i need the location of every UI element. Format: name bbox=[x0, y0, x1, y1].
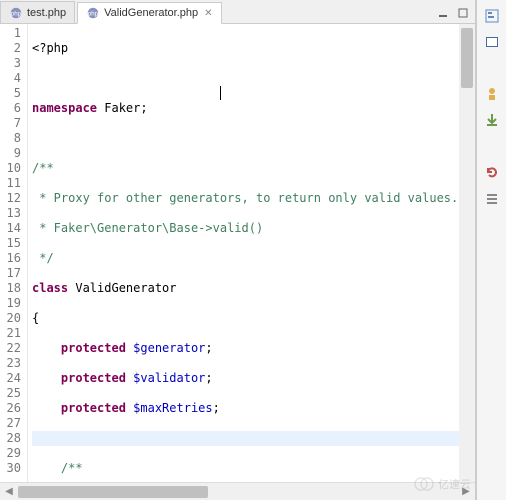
tab-test-php[interactable]: php test.php bbox=[0, 1, 75, 23]
svg-text:php: php bbox=[88, 11, 99, 18]
separator bbox=[482, 58, 502, 78]
scroll-left-icon[interactable]: ◀ bbox=[0, 486, 18, 497]
watermark: 亿速云 bbox=[414, 476, 471, 492]
vertical-scrollbar[interactable] bbox=[459, 24, 475, 482]
horizontal-scrollbar[interactable]: ◀ ▶ bbox=[0, 482, 475, 500]
download-icon[interactable] bbox=[482, 110, 502, 130]
tab-validgenerator-php[interactable]: php ValidGenerator.php ✕ bbox=[77, 2, 221, 24]
scrollbar-thumb[interactable] bbox=[461, 28, 473, 88]
tab-label: test.php bbox=[27, 7, 66, 19]
right-toolbar bbox=[476, 0, 506, 500]
minimize-button[interactable] bbox=[435, 5, 451, 21]
code-content[interactable]: <?php namespace Faker; /** * Proxy for o… bbox=[28, 24, 475, 482]
scrollbar-thumb[interactable] bbox=[18, 486, 208, 498]
refresh-icon[interactable] bbox=[482, 162, 502, 182]
outline-icon[interactable] bbox=[482, 6, 502, 26]
text-cursor bbox=[220, 86, 221, 100]
close-icon[interactable]: ✕ bbox=[204, 8, 212, 19]
bookmarks-icon[interactable] bbox=[482, 188, 502, 208]
tab-bar: php test.php php ValidGenerator.php ✕ bbox=[0, 0, 475, 24]
php-file-icon: php bbox=[9, 6, 23, 20]
separator bbox=[482, 136, 502, 156]
php-file-icon: php bbox=[86, 6, 100, 20]
task-list-icon[interactable] bbox=[482, 84, 502, 104]
svg-text:php: php bbox=[11, 10, 22, 17]
code-editor[interactable]: 12345 678910 1112131415 1617181920 21222… bbox=[0, 24, 475, 482]
tab-label: ValidGenerator.php bbox=[104, 7, 198, 19]
console-icon[interactable] bbox=[482, 32, 502, 52]
maximize-button[interactable] bbox=[455, 5, 471, 21]
line-number-gutter: 12345 678910 1112131415 1617181920 21222… bbox=[0, 24, 28, 482]
